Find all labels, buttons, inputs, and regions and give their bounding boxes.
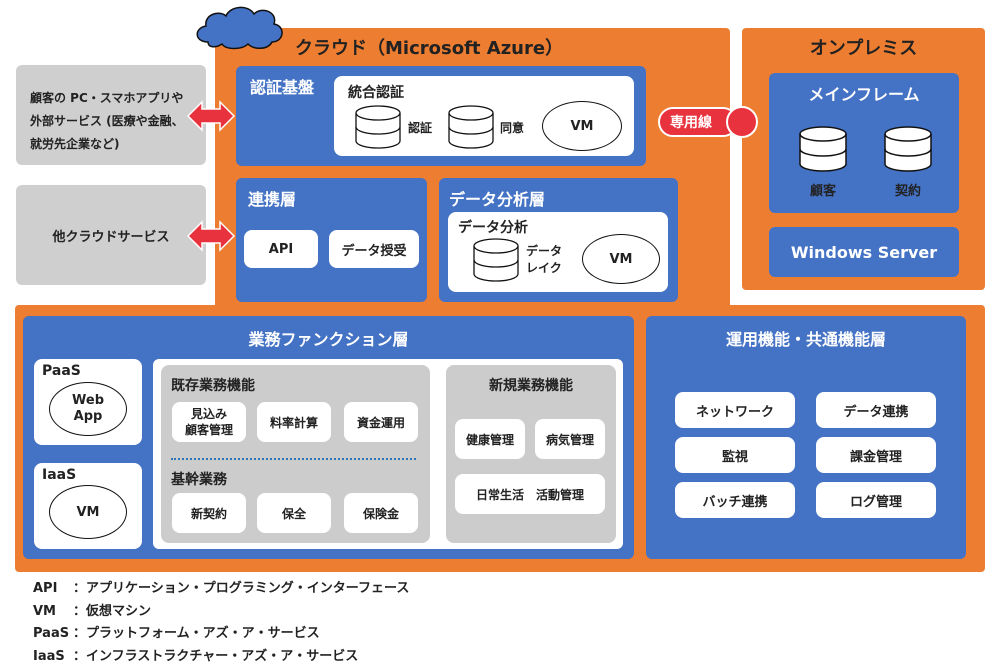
business-layer-title: 業務ファンクション層	[248, 330, 409, 349]
external-customer-line: 就労先企業など)	[30, 137, 120, 151]
ops-item: ネットワーク	[675, 392, 795, 428]
legend-item: API ：アプリケーション・プログラミング・インターフェース	[33, 578, 409, 601]
ops-item: 課金管理	[816, 437, 936, 473]
existing-item-line: 顧客管理	[184, 423, 233, 437]
new-item: 日常生活 活動管理	[455, 474, 605, 514]
existing-item: 料率計算	[257, 402, 331, 442]
database-icon	[884, 126, 932, 172]
new-item: 健康管理	[455, 419, 525, 459]
analytics-layer-title: データ分析層	[449, 190, 546, 209]
vm-ellipse: VM	[49, 485, 127, 539]
ops-item: ログ管理	[816, 482, 936, 518]
database-icon	[473, 238, 519, 282]
datalake-label-line: レイク	[526, 261, 562, 275]
db-label-consent: 同意	[500, 121, 525, 135]
existing-item: 見込み 顧客管理	[172, 402, 246, 442]
windows-server-box: Windows Server	[769, 227, 959, 277]
auth-platform-title: 認証基盤	[250, 78, 315, 97]
existing-item-line: 見込み	[190, 407, 227, 421]
legend-text: 仮想マシン	[86, 603, 152, 619]
webapp-ellipse: Web App	[49, 382, 127, 436]
existing-item: 資金運用	[344, 402, 418, 442]
db-label-customer: 顧客	[809, 184, 836, 199]
iaas-label: IaaS	[42, 467, 77, 483]
ops-item: 監視	[675, 437, 795, 473]
legend-text: アプリケーション・プログラミング・インターフェース	[86, 581, 410, 596]
cloud-title: クラウド（Microsoft Azure）	[295, 38, 564, 59]
data-exchange-item: データ授受	[329, 230, 419, 268]
db-label-contract: 契約	[894, 184, 921, 199]
database-icon	[355, 105, 401, 149]
onprem-title: オンプレミス	[809, 38, 918, 59]
legend-abbr: PaaS	[33, 626, 70, 641]
legend-sep: ：	[73, 581, 87, 596]
api-item: API	[244, 230, 318, 268]
other-cloud-box: 他クラウドサービス	[16, 185, 206, 285]
database-icon	[799, 126, 847, 172]
dedicated-line-label: 専用線	[670, 115, 712, 131]
legend-item: PaaS ：プラットフォーム・アズ・ア・サービス	[33, 623, 409, 646]
database-icon	[448, 105, 494, 149]
legend: API ：アプリケーション・プログラミング・インターフェース VM ：仮想マシン P…	[33, 578, 409, 668]
legend-sep: ：	[73, 626, 87, 641]
ops-item: データ連携	[816, 392, 936, 428]
core-item: 新契約	[172, 493, 246, 533]
legend-text: プラットフォーム・アズ・ア・サービス	[86, 626, 320, 641]
divider	[171, 458, 416, 460]
new-functions-title: 新規業務機能	[489, 378, 573, 394]
external-customer-line: 顧客の PC・スマホアプリや	[30, 91, 184, 105]
db-label-auth: 認証	[408, 121, 433, 135]
data-analysis-title: データ分析	[458, 220, 528, 236]
paas-label: PaaS	[42, 363, 81, 379]
legend-sep: ：	[73, 603, 87, 619]
datalake-label-line: データ	[526, 244, 563, 258]
cloud-icon	[196, 6, 283, 50]
legend-abbr: VM	[33, 603, 56, 619]
legend-abbr: IaaS	[33, 648, 65, 664]
legend-item: VM ：仮想マシン	[33, 601, 409, 624]
integrated-auth-title: 統合認証	[348, 85, 404, 101]
webapp-label: App	[73, 409, 103, 424]
external-customer-line: 外部サービス (医療や金融、	[30, 114, 184, 128]
core-business-title: 基幹業務	[171, 472, 227, 488]
legend-item: IaaS ：インフラストラクチャー・アズ・ア・サービス	[33, 646, 409, 669]
vm-ellipse: VM	[542, 101, 622, 151]
double-arrow-icon	[186, 100, 236, 132]
core-item: 保全	[257, 493, 331, 533]
datalake-label: データ レイク	[526, 243, 562, 277]
new-item: 病気管理	[535, 419, 605, 459]
legend-abbr: API	[33, 581, 58, 596]
external-customer-box: 顧客の PC・スマホアプリや 外部サービス (医療や金融、 就労先企業など)	[16, 65, 206, 165]
mainframe-title: メインフレーム	[808, 85, 920, 104]
webapp-label: Web	[72, 393, 104, 408]
legend-text: インフラストラクチャー・アズ・ア・サービス	[86, 648, 359, 664]
integration-layer-title: 連携層	[248, 190, 297, 209]
ops-item: バッチ連携	[675, 482, 795, 518]
vm-ellipse: VM	[582, 234, 660, 284]
legend-sep: ：	[73, 648, 87, 664]
dedicated-line-connector-icon	[726, 106, 758, 138]
double-arrow-icon	[186, 220, 236, 252]
core-item: 保険金	[344, 493, 418, 533]
existing-functions-title: 既存業務機能	[171, 378, 255, 394]
ops-layer-title: 運用機能・共通機能層	[725, 330, 886, 349]
